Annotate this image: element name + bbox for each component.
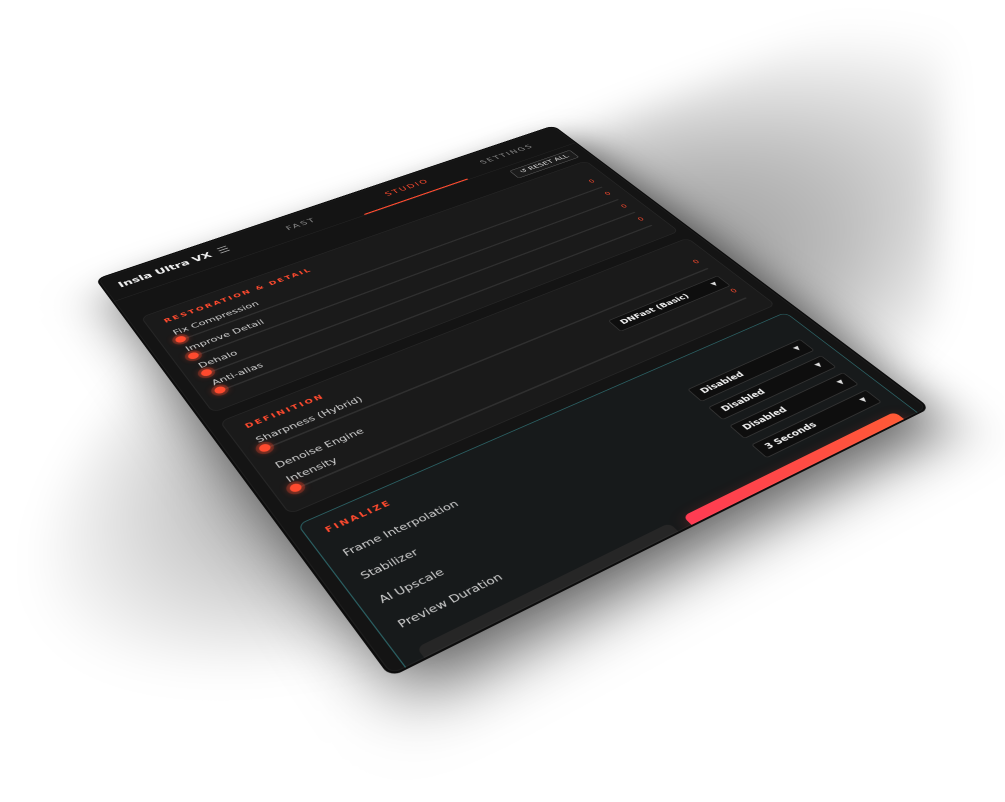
hamburger-icon[interactable]: ☰ [215,245,233,256]
app-title: Insla Ultra VX [116,250,215,290]
editor-panel: Insla Ultra VX ☰ FAST STUDIO SETTINGS ↺ … [97,126,928,675]
slider-value: 0 [587,178,597,185]
slider-value: 0 [603,191,614,197]
caret-down-icon: ▼ [857,395,869,404]
tab-settings[interactable]: SETTINGS [448,130,565,180]
caret-down-icon: ▼ [812,361,824,369]
bolt-icon: ⚡ [516,609,536,625]
caret-down-icon: ▼ [708,280,720,287]
shield-icon: ⬢ [777,479,797,493]
slider-value: 0 [728,287,740,295]
apply-label: APPLY [791,458,840,486]
preview-label: PREVIEW [532,573,608,617]
stage: Insla Ultra VX ☰ FAST STUDIO SETTINGS ↺ … [0,0,1005,675]
caret-down-icon: ▼ [834,378,847,386]
tab-studio[interactable]: STUDIO [345,161,469,215]
slider-value: 0 [636,216,647,223]
caret-down-icon: ▼ [791,344,803,352]
slider-value: 0 [619,203,630,210]
slider-value: 0 [691,258,702,266]
